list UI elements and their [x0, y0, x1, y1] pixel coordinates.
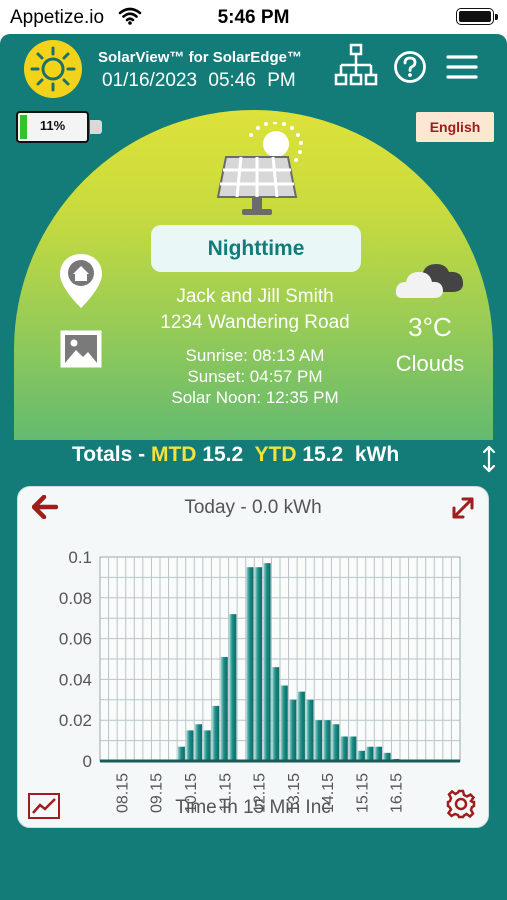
- bar: [349, 736, 357, 761]
- bar: [366, 746, 374, 761]
- totals-prefix: Totals -: [72, 443, 146, 466]
- hamburger-menu-icon[interactable]: [446, 54, 478, 80]
- y-tick-label: 0.04: [59, 670, 92, 689]
- owner-address: 1234 Wandering Road: [160, 312, 350, 333]
- bar: [289, 699, 297, 761]
- y-tick-label: 0.02: [59, 711, 92, 730]
- y-tick-label: 0: [83, 752, 92, 771]
- owner-name: Jack and Jill Smith: [176, 286, 334, 307]
- site-tree-icon[interactable]: [334, 43, 378, 87]
- bar: [246, 567, 254, 761]
- header-time: 05:46 PM: [208, 70, 296, 91]
- bar: [340, 736, 348, 761]
- energy-totals: Totals - MTD 15.2 YTD 15.2 kWh: [72, 443, 399, 467]
- bar: [315, 720, 323, 761]
- bar: [375, 746, 383, 761]
- battery-percent: 11%: [39, 118, 66, 133]
- bar: [186, 730, 194, 761]
- y-tick-label: 0.08: [59, 589, 92, 608]
- clock-label: 5:46 PM: [217, 7, 290, 28]
- production-chart-card: Today - 0.0 kWh 0 0.02 0.04 0.06 0.08 0.1 08.1…: [17, 486, 489, 828]
- bar: [323, 720, 331, 761]
- bar: [280, 685, 288, 761]
- bar: [177, 746, 185, 761]
- app-screen: SolarView™ for SolarEdge™ 01/16/2023 05:…: [0, 34, 507, 900]
- bar: [332, 724, 340, 761]
- sunset-time: Sunset: 04:57 PM: [187, 367, 323, 386]
- bar: [212, 705, 220, 761]
- home-location-icon[interactable]: [58, 252, 104, 312]
- y-tick-label: 0.06: [59, 630, 92, 649]
- temperature-value: 3°C: [408, 312, 452, 342]
- device-battery-icon: [456, 8, 498, 25]
- bar: [203, 730, 211, 761]
- solar-panel-icon: [216, 122, 303, 215]
- ytd-value: 15.2: [302, 443, 344, 466]
- totals-unit: kWh: [354, 443, 400, 466]
- sunrise-time: Sunrise: 08:13 AM: [185, 346, 325, 365]
- bar: [195, 724, 203, 761]
- app-title: SolarView™ for SolarEdge™: [98, 49, 302, 66]
- chart-x-axis-label: Time In 15 Min Inc: [175, 797, 331, 818]
- production-bar-chart: 00.020.040.060.080.108.15 09.15 10.15 11.15…: [59, 548, 461, 813]
- bar: [229, 614, 237, 761]
- bar: [255, 567, 263, 761]
- header-datetime: 01/16/2023 05:46 PM: [102, 70, 296, 92]
- ytd-label: YTD: [254, 443, 297, 466]
- bar: [357, 750, 365, 761]
- settings-gear-icon[interactable]: [446, 789, 476, 819]
- help-icon[interactable]: [393, 50, 427, 84]
- bar: [306, 699, 314, 761]
- header-date: 01/16/2023: [102, 70, 198, 91]
- bar: [263, 563, 271, 761]
- sort-arrows-icon[interactable]: [482, 444, 496, 474]
- battery-terminal: [90, 120, 102, 134]
- trend-chart-icon[interactable]: [28, 793, 60, 819]
- bar: [272, 667, 280, 761]
- battery-indicator: 11%: [16, 111, 89, 143]
- clouds-weather-icon: [395, 264, 464, 298]
- photo-icon[interactable]: [60, 330, 102, 368]
- device-status-bar: Appetize.io 5:46 PM: [0, 0, 507, 34]
- sun-logo-icon[interactable]: [24, 40, 82, 98]
- bar: [297, 691, 305, 761]
- solar-noon-time: Solar Noon: 12:35 PM: [171, 388, 339, 407]
- bar: [220, 656, 228, 761]
- weather-condition: Clouds: [395, 351, 465, 376]
- language-button[interactable]: English: [416, 112, 494, 142]
- mtd-value: 15.2: [202, 443, 244, 466]
- mtd-label: MTD: [150, 443, 197, 466]
- y-tick-label: 0.1: [68, 548, 92, 567]
- production-status-label: Nighttime: [151, 225, 361, 272]
